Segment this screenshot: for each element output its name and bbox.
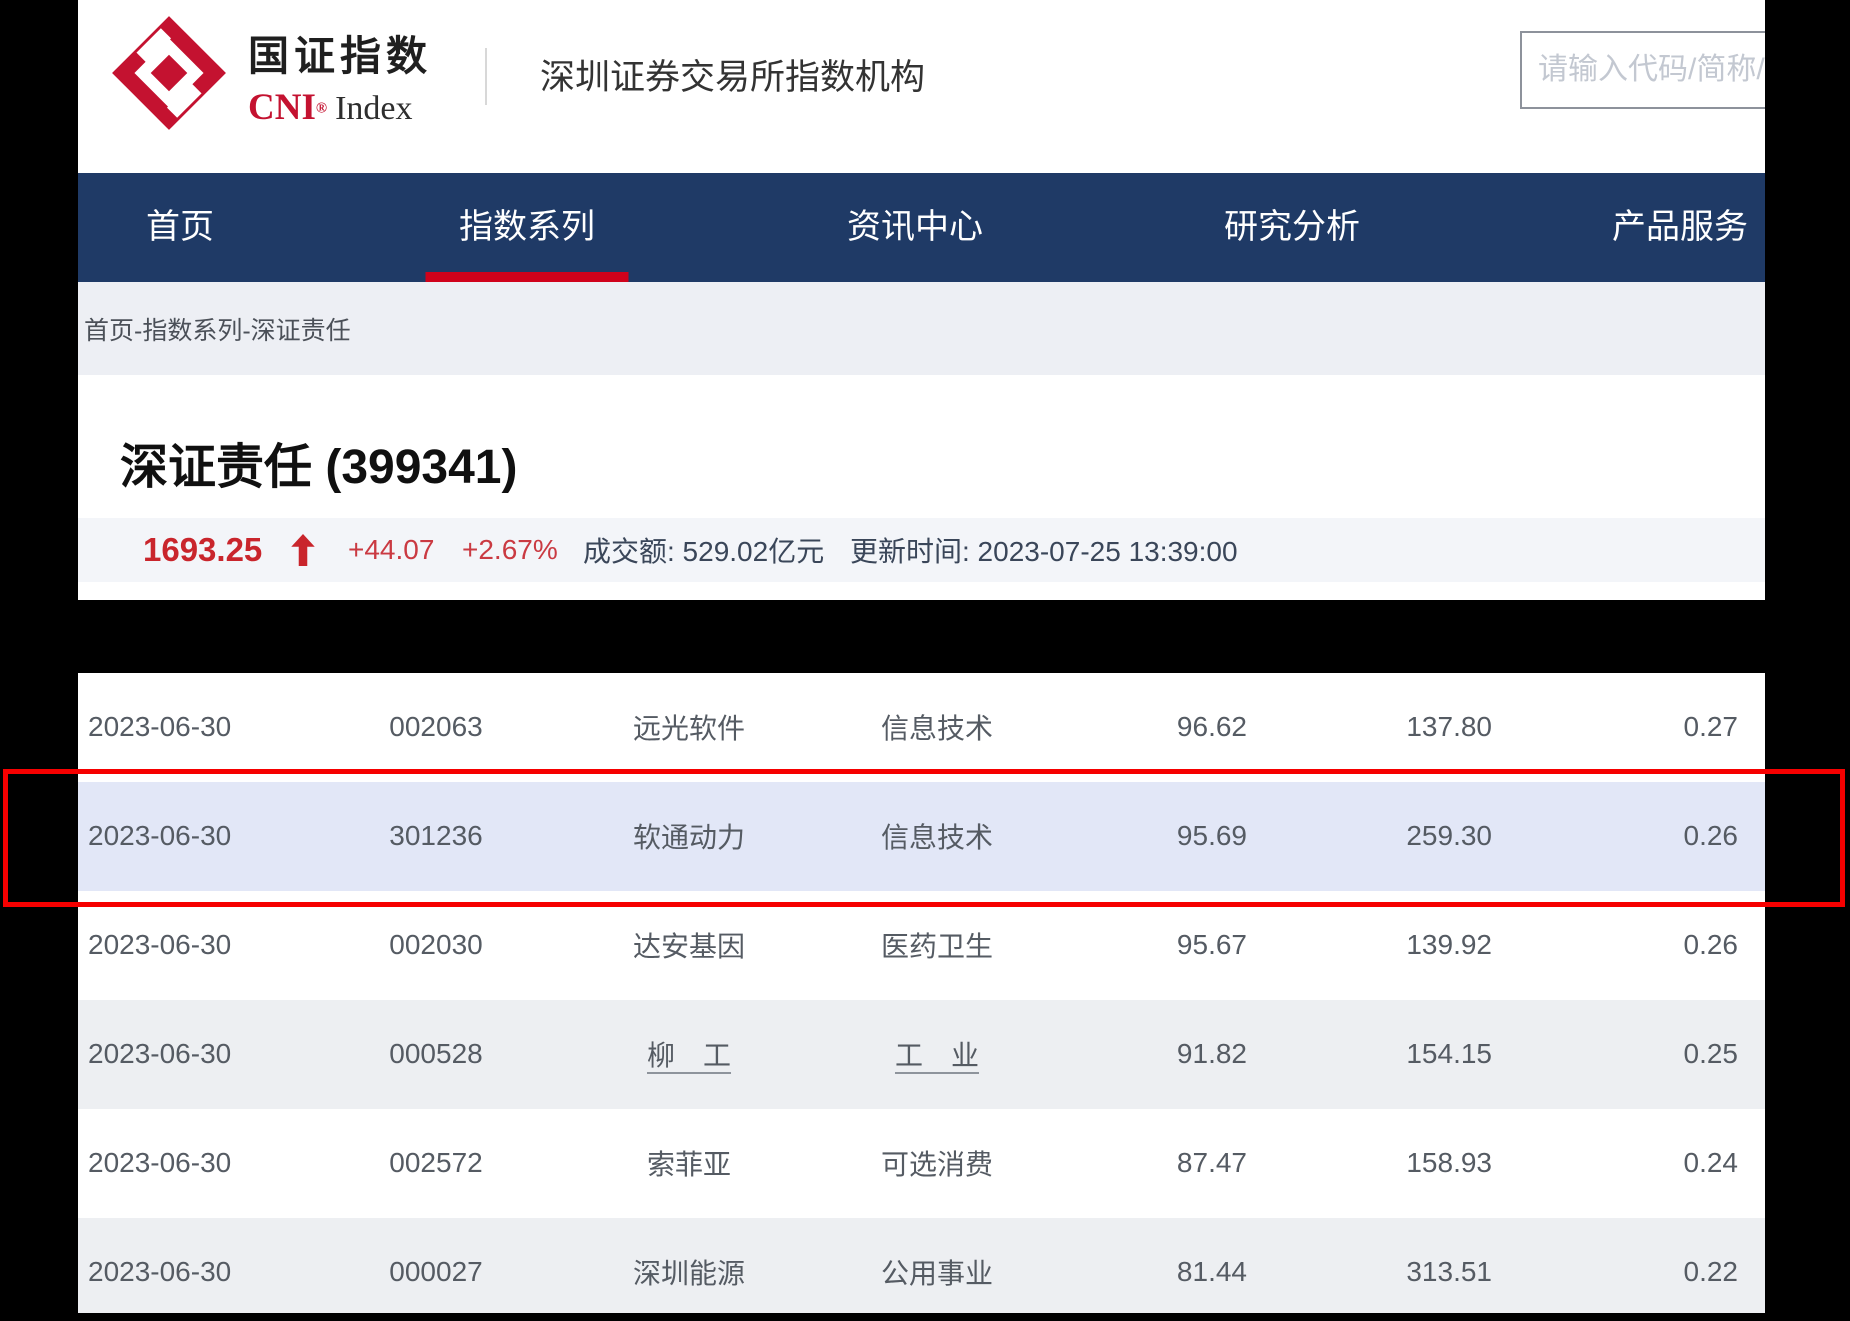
cell-name: 柳 工 bbox=[647, 1034, 731, 1074]
cell-code: 002063 bbox=[389, 711, 482, 743]
nav-item-news-center[interactable]: 资讯中心 bbox=[847, 173, 983, 282]
cni-logo[interactable]: 国证指数 CNI®Index bbox=[108, 6, 528, 156]
index-update-time: 更新时间: 2023-07-25 13:39:00 bbox=[850, 530, 1238, 570]
cell-date: 2023-06-30 bbox=[88, 1256, 231, 1288]
table-row[interactable]: 2023-06-30 002063 远光软件 信息技术 96.62 137.80… bbox=[78, 673, 1765, 782]
site-header: 国证指数 CNI®Index 深圳证券交易所指数机构 bbox=[78, 0, 1765, 173]
cell-n3: 0.24 bbox=[1684, 1147, 1739, 1179]
cell-date: 2023-06-30 bbox=[88, 1038, 231, 1070]
nav-item-index-series[interactable]: 指数系列 bbox=[459, 173, 595, 282]
index-header-section: 深证责任 (399341) 1693.25 +44.07 +2.67% 成交额:… bbox=[78, 375, 1765, 600]
cell-n2: 139.92 bbox=[1406, 929, 1492, 961]
table-row[interactable]: 2023-06-30 002572 索菲亚 可选消费 87.47 158.93 … bbox=[78, 1109, 1765, 1218]
cell-n2: 154.15 bbox=[1406, 1038, 1492, 1070]
breadcrumb[interactable]: 首页-指数系列-深证责任 bbox=[84, 311, 351, 347]
table-row[interactable]: 2023-06-30 000027 深圳能源 公用事业 81.44 313.51… bbox=[78, 1218, 1765, 1313]
cell-n3: 0.25 bbox=[1684, 1038, 1739, 1070]
cell-industry: 工 业 bbox=[895, 1034, 979, 1074]
index-change: +44.07 bbox=[348, 534, 434, 566]
cell-n1: 87.47 bbox=[1177, 1147, 1247, 1179]
cell-name: 达安基因 bbox=[633, 925, 745, 965]
search-input[interactable] bbox=[1520, 31, 1765, 109]
cell-n1: 95.67 bbox=[1177, 929, 1247, 961]
cell-code: 000528 bbox=[389, 1038, 482, 1070]
logo-text-en: CNI®Index bbox=[248, 86, 412, 129]
active-tab-underline bbox=[426, 272, 629, 282]
nav-item-research[interactable]: 研究分析 bbox=[1224, 173, 1360, 282]
nav-item-home[interactable]: 首页 bbox=[146, 173, 214, 282]
nav-item-products[interactable]: 产品服务 bbox=[1612, 173, 1748, 282]
cell-date: 2023-06-30 bbox=[88, 929, 231, 961]
cell-date: 2023-06-30 bbox=[88, 711, 231, 743]
cell-code: 002030 bbox=[389, 929, 482, 961]
cell-date: 2023-06-30 bbox=[88, 1147, 231, 1179]
cell-name: 远光软件 bbox=[633, 707, 745, 747]
header-divider bbox=[485, 48, 487, 105]
cell-n3: 0.27 bbox=[1684, 711, 1739, 743]
cell-industry: 信息技术 bbox=[881, 707, 993, 747]
cell-n1: 81.44 bbox=[1177, 1256, 1247, 1288]
quote-strip: 1693.25 +44.07 +2.67% 成交额: 529.02亿元 更新时间… bbox=[78, 518, 1765, 582]
index-turnover: 成交额: 529.02亿元 bbox=[583, 530, 824, 570]
cell-industry: 可选消费 bbox=[881, 1143, 993, 1183]
cell-n2: 313.51 bbox=[1406, 1256, 1492, 1288]
cell-code: 002572 bbox=[389, 1147, 482, 1179]
page-title: 深证责任 (399341) bbox=[120, 427, 517, 497]
index-change-pct: +2.67% bbox=[462, 534, 558, 566]
cell-n2: 158.93 bbox=[1406, 1147, 1492, 1179]
black-redaction-band bbox=[0, 600, 1850, 673]
cell-n2: 137.80 bbox=[1406, 711, 1492, 743]
table-row[interactable]: 2023-06-30 002030 达安基因 医药卫生 95.67 139.92… bbox=[78, 891, 1765, 1000]
cni-logo-icon bbox=[108, 8, 230, 138]
cell-n1: 96.62 bbox=[1177, 711, 1247, 743]
index-price: 1693.25 bbox=[143, 531, 262, 569]
cell-industry: 公用事业 bbox=[881, 1252, 993, 1292]
logo-text-cn: 国证指数 bbox=[248, 22, 432, 82]
table-row[interactable]: 2023-06-30 000528 柳 工 工 业 91.82 154.15 0… bbox=[78, 1000, 1765, 1109]
main-nav: 首页 指数系列 资讯中心 研究分析 产品服务 bbox=[78, 173, 1765, 282]
cell-code: 000027 bbox=[389, 1256, 482, 1288]
cell-name: 索菲亚 bbox=[647, 1143, 731, 1183]
site-tagline: 深圳证券交易所指数机构 bbox=[540, 52, 925, 104]
cell-n1: 91.82 bbox=[1177, 1038, 1247, 1070]
up-arrow-icon bbox=[291, 534, 315, 566]
cell-name: 深圳能源 bbox=[633, 1252, 745, 1292]
breadcrumb-band: 首页-指数系列-深证责任 bbox=[78, 282, 1765, 375]
annotation-highlight-box bbox=[3, 769, 1845, 907]
cell-industry: 医药卫生 bbox=[881, 925, 993, 965]
cell-n3: 0.26 bbox=[1684, 929, 1739, 961]
cell-n3: 0.22 bbox=[1684, 1256, 1739, 1288]
